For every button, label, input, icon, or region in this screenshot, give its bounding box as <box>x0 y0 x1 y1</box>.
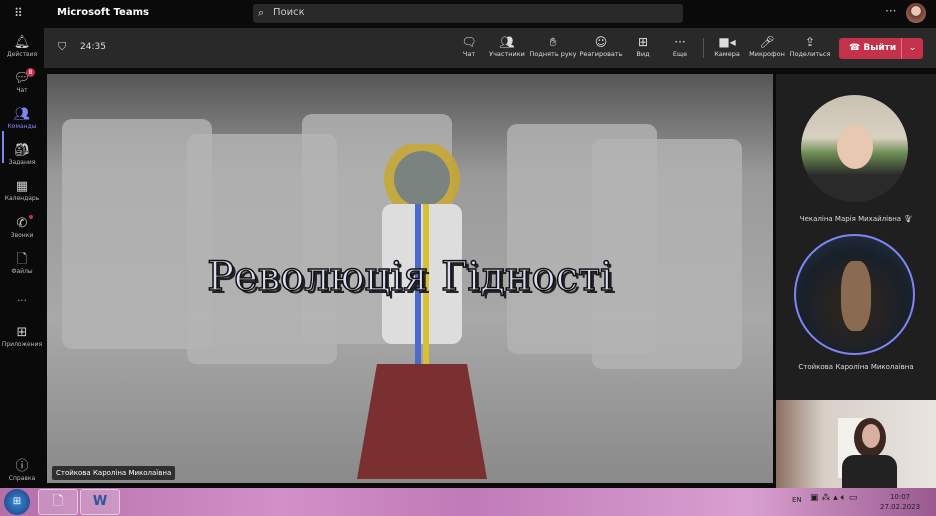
file-icon: 🗋 <box>16 252 28 267</box>
toolbar-label: Камера <box>714 50 740 58</box>
teams-icon: 👥︎ <box>13 107 31 122</box>
toolbar-label: Чат <box>462 50 476 58</box>
toolbar-label: Реагировать <box>579 50 623 58</box>
participant-name-1: Чекаліна Марія Михайлівна 🎙︎̸ <box>776 215 936 223</box>
app-launcher-icon[interactable]: ⠿ <box>14 6 28 20</box>
more-icon: ... <box>17 293 27 304</box>
rail-item-more[interactable]: ... <box>0 293 44 304</box>
chat-icon: 🗨︎ <box>461 35 477 49</box>
toolbar-chat-button[interactable]: 🗨︎ Чат <box>461 34 476 58</box>
rail-label: Звонки <box>10 232 34 239</box>
slide-title: Революція Гідності <box>206 253 613 301</box>
rail-item-activity[interactable]: 🔔︎ Действия <box>0 35 44 58</box>
phone-icon: ✆ <box>16 216 28 231</box>
more-options-button[interactable]: ··· <box>885 4 896 18</box>
mic-icon: 🎤︎ <box>759 35 775 49</box>
toolbar-label: Еще <box>672 50 688 58</box>
toolbar-camera-button[interactable]: ■◂ Камера <box>714 34 740 58</box>
app-rail: 🔔︎ Действия 💬︎ 8 Чат 👥︎ Команды 🎒︎ Задания ▦ К… <box>0 27 44 488</box>
rail-label: Задания <box>8 159 36 166</box>
toolbar-raise-hand-button[interactable]: ✋︎ Поднять руку <box>530 34 577 58</box>
toolbar-label: Поделиться <box>789 50 831 58</box>
file-icon: 🗋 <box>52 494 64 509</box>
taskbar-word-button[interactable]: W <box>80 489 120 515</box>
search-placeholder: Поиск <box>273 7 305 18</box>
participants-panel: Чекаліна Марія Михайлівна 🎙︎̸ Стойкова К… <box>776 74 936 400</box>
bell-icon: 🔔︎ <box>13 35 31 50</box>
assignments-icon: 🎒︎ <box>13 143 31 158</box>
tray-icons[interactable]: ▣ ⁂ ▴ 🔈︎ ▭ <box>810 493 857 503</box>
taskbar-file-button[interactable]: 🗋 <box>38 489 78 515</box>
rail-item-chat[interactable]: 💬︎ 8 Чат <box>0 68 44 94</box>
toolbar-share-button[interactable]: ⇪ Поделиться <box>790 34 831 58</box>
leave-options-chevron-icon[interactable]: ⌄ <box>901 38 923 59</box>
self-video[interactable] <box>776 400 936 488</box>
clock-time: 10:07 <box>889 493 911 501</box>
apps-icon: ⊞ <box>16 325 28 340</box>
presenter-name: Стойкова Кароліна Миколаївна <box>52 466 176 480</box>
user-avatar[interactable] <box>906 3 926 23</box>
leave-button[interactable]: ☎ Выйти ⌄ <box>839 38 923 59</box>
start-button[interactable]: ⊞ <box>4 489 30 515</box>
grid-icon: ⊞ <box>637 35 649 49</box>
rail-label: Справка <box>8 475 36 482</box>
toolbar-participants-button[interactable]: 👥︎ Участники <box>489 34 525 58</box>
meeting-timer: 24:35 <box>80 42 106 52</box>
participant-video-2[interactable] <box>794 234 915 355</box>
rail-label: Действия <box>6 51 38 58</box>
toolbar-label: Поднять руку <box>529 50 577 58</box>
mic-muted-icon: 🎙︎̸ <box>903 215 913 223</box>
toolbar-label: Участники <box>489 50 525 58</box>
rail-label: Команды <box>7 123 37 130</box>
participant-video-1[interactable] <box>801 95 908 202</box>
app-title: Microsoft Teams <box>57 7 149 18</box>
slide-image-girl <box>357 144 487 479</box>
windows-taskbar: ⊞ 🗋 W EN ▣ ⁂ ▴ 🔈︎ ▭ 10:07 27.02.2023 <box>0 488 936 516</box>
smile-icon: ☺ <box>594 35 608 49</box>
shared-screen: Революція Гідності Стойкова Кароліна Мик… <box>47 74 773 483</box>
rail-label: Календарь <box>4 195 40 202</box>
rail-item-assignments[interactable]: 🎒︎ Задания <box>0 143 44 166</box>
shield-icon: ⛉ <box>58 40 67 53</box>
share-icon: ⇪ <box>804 35 816 49</box>
more-icon: ··· <box>674 35 686 49</box>
clock-date: 27.02.2023 <box>880 503 921 511</box>
rail-label: Файлы <box>11 268 33 275</box>
hangup-icon: ☎ <box>849 43 864 53</box>
people-icon: 👥︎ <box>499 35 515 49</box>
language-indicator[interactable]: EN <box>792 496 802 504</box>
toolbar-more-button[interactable]: ··· Еще <box>673 34 687 58</box>
help-icon: ⓘ <box>15 459 29 474</box>
rail-item-apps[interactable]: ⊞ Приложения <box>0 325 44 348</box>
participant-name-text: Чекаліна Марія Михайлівна <box>799 215 902 223</box>
chat-icon: 💬︎ <box>13 71 31 86</box>
search-icon: ⌕ <box>258 6 265 19</box>
rail-item-calendar[interactable]: ▦ Календарь <box>0 179 44 202</box>
rail-item-calls[interactable]: ✆ Звонки <box>0 215 44 239</box>
camera-icon: ■◂ <box>718 35 736 49</box>
toolbar-label: Микрофон <box>749 50 785 58</box>
chat-badge: 8 <box>26 68 35 77</box>
meeting-toolbar: ⛉ 24:35 🗨︎ Чат 👥︎ Участники ✋︎ Поднять руку… <box>44 28 936 68</box>
notification-dot <box>29 215 33 219</box>
rail-item-teams[interactable]: 👥︎ Команды <box>0 107 44 130</box>
rail-label: Приложения <box>1 341 43 348</box>
system-clock[interactable]: 10:07 27.02.2023 <box>880 492 920 512</box>
toolbar-label: Вид <box>636 50 650 58</box>
participant-name-2: Стойкова Кароліна Миколаївна <box>798 363 914 371</box>
hand-icon: ✋︎ <box>549 35 557 49</box>
word-icon: W <box>92 494 108 509</box>
calendar-icon: ▦ <box>15 179 29 194</box>
toolbar-view-button[interactable]: ⊞ Вид <box>636 34 649 58</box>
leave-label: Выйти <box>863 43 897 53</box>
toolbar-mic-button[interactable]: 🎤︎ Микрофон <box>749 34 785 58</box>
title-bar: ⠿ Microsoft Teams ⌕ Поиск ··· <box>0 0 936 27</box>
toolbar-react-button[interactable]: ☺ Реагировать <box>579 34 622 58</box>
rail-item-help[interactable]: ⓘ Справка <box>0 459 44 482</box>
toolbar-divider <box>703 38 704 58</box>
rail-item-files[interactable]: 🗋 Файлы <box>0 252 44 275</box>
rail-label: Чат <box>16 87 28 94</box>
search-input[interactable]: ⌕ Поиск <box>253 4 683 23</box>
